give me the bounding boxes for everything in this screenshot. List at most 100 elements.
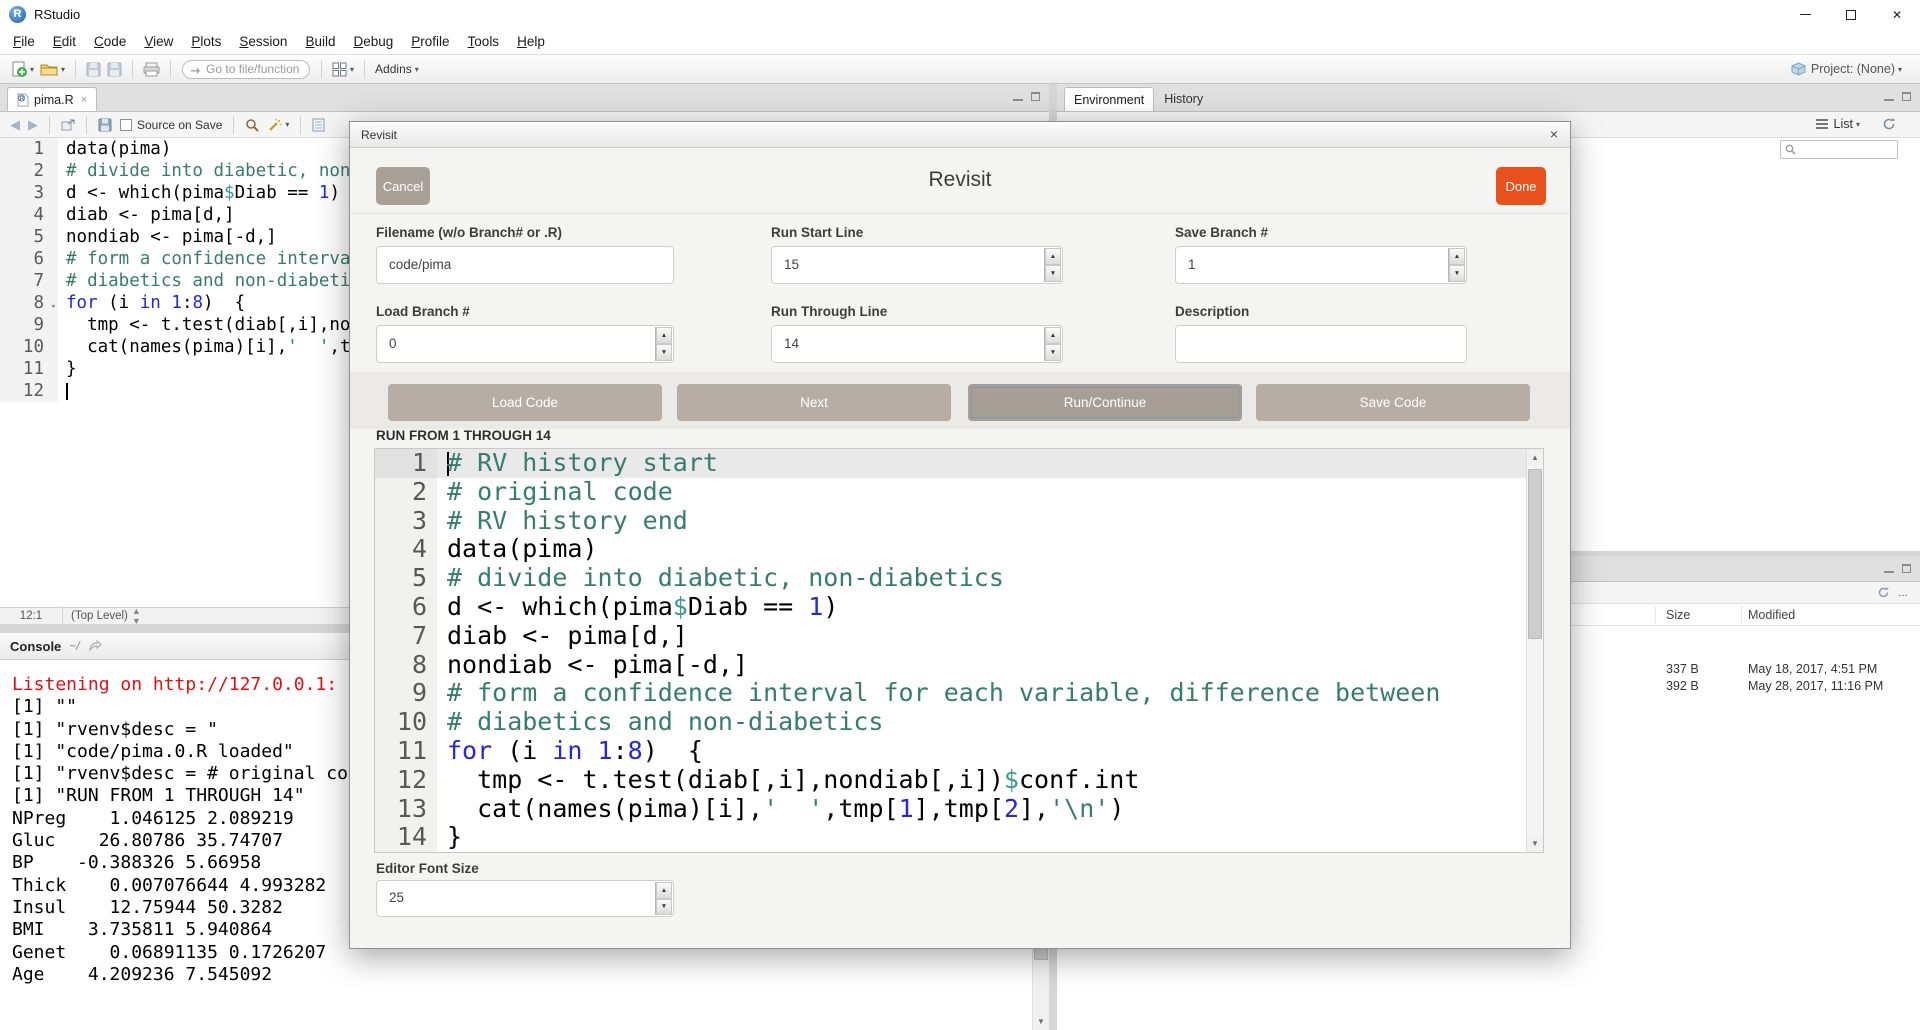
new-file-button[interactable]: ▾ [8,59,37,80]
pane-maximize-icon[interactable] [1902,92,1911,101]
save-button[interactable] [83,60,104,79]
save-code-button[interactable]: Save Code [1256,384,1530,421]
menu-session[interactable]: Session [230,30,296,53]
find-replace-button[interactable] [245,118,259,132]
spinner-up-icon[interactable]: ▲ [1449,248,1465,265]
line-number[interactable]: 1 [375,449,437,478]
source-on-save-checkbox[interactable]: Source on Save [120,118,222,132]
pane-minimize-icon[interactable] [1884,564,1894,573]
menu-plots[interactable]: Plots [182,30,230,53]
code-line-4[interactable]: 4data(pima) [375,535,1543,564]
list-view-selector[interactable]: List ▾ [1816,117,1860,131]
code-line-2[interactable]: 2# original code [375,478,1543,507]
code-line-14[interactable]: 14} [375,823,1543,852]
console-output[interactable]: Listening on http://127.0.0.1:[1] ""[1] … [12,674,370,986]
line-number[interactable]: 4 [0,204,58,226]
field-input[interactable]: 15▲▼ [771,246,1063,284]
line-number[interactable]: 6 [375,593,437,622]
line-number[interactable]: 12 [0,380,58,402]
code-line-6[interactable]: 6d <- which(pima$Diab == 1) [375,593,1543,622]
line-number[interactable]: 5 [0,226,58,248]
spinner-down-icon[interactable]: ▼ [656,899,672,916]
code-line-9[interactable]: 9# form a confidence interval for each v… [375,679,1543,708]
close-button[interactable]: ✕ [1874,0,1920,29]
code-line-3[interactable]: 3# RV history end [375,507,1543,536]
code-tools-button[interactable]: ▾ [267,118,289,132]
refresh-button[interactable] [1882,117,1896,131]
field-input[interactable]: 0▲▼ [376,325,674,363]
pane-minimize-icon[interactable] [1884,92,1894,101]
scope-selector[interactable]: (Top Level) ▲▼ [62,606,149,626]
line-number[interactable]: 4 [375,535,437,564]
files-refresh-button[interactable] [1877,586,1890,599]
tab-pima-r[interactable]: R pima.R × [7,87,97,111]
code-line-10[interactable]: 10# diabetics and non-diabetics [375,708,1543,737]
menu-help[interactable]: Help [508,30,554,53]
line-number[interactable]: 3 [0,182,58,204]
minimize-button[interactable] [1782,0,1828,29]
line-number[interactable]: 11 [0,358,58,380]
scroll-thumb[interactable] [1528,469,1542,639]
line-number[interactable]: 2 [0,160,58,182]
spinner-down-icon[interactable]: ▼ [656,344,672,361]
line-number[interactable]: 14 [375,823,437,852]
line-number[interactable]: 6 [0,248,58,270]
line-number[interactable]: 8 [375,651,437,680]
line-number[interactable]: 7 [375,622,437,651]
menu-view[interactable]: View [135,30,182,53]
number-spinner[interactable]: ▲▼ [655,327,672,361]
console-popout-icon[interactable] [88,640,102,652]
pane-minimize-icon[interactable] [1013,92,1023,101]
back-button[interactable]: ◀ [10,117,20,133]
line-number[interactable]: 9 [375,679,437,708]
save-all-button[interactable] [104,60,125,79]
line-number[interactable]: 13 [375,795,437,824]
field-input[interactable]: 14▲▼ [771,325,1063,363]
spinner-up-icon[interactable]: ▲ [1045,327,1061,344]
scroll-down-icon[interactable]: ▼ [1527,835,1543,852]
spinner-up-icon[interactable]: ▲ [1045,248,1061,265]
field-input[interactable]: 1▲▼ [1175,246,1467,284]
editor-font-size-input[interactable]: 25 ▲▼ [376,880,674,917]
code-line-7[interactable]: 7diab <- pima[d,] [375,622,1543,651]
forward-button[interactable]: ▶ [28,117,38,133]
code-line-13[interactable]: 13 cat(names(pima)[i],' ',tmp[1],tmp[2],… [375,795,1543,824]
compile-report-button[interactable] [312,118,325,132]
field-input[interactable] [1175,325,1467,363]
menu-file[interactable]: File [4,30,44,53]
code-line-1[interactable]: 1# RV history start [375,449,1543,478]
code-line-5[interactable]: 5# divide into diabetic, non-diabetics [375,564,1543,593]
addins-button[interactable]: Addins ▾ [372,60,422,78]
popout-button[interactable] [61,119,75,131]
line-number[interactable]: 7 [0,270,58,292]
done-button[interactable]: Done [1496,167,1546,205]
goto-file-function-input[interactable]: Go to file/function [182,60,310,79]
dialog-close-icon[interactable]: × [1550,126,1558,142]
number-spinner[interactable]: ▲▼ [1044,327,1061,361]
save-doc-button[interactable] [98,118,112,132]
menu-profile[interactable]: Profile [402,30,458,53]
workspace-panes-button[interactable]: ▾ [329,60,357,79]
line-number[interactable]: 5 [375,564,437,593]
spinner-down-icon[interactable]: ▼ [1045,265,1061,282]
column-header-size[interactable]: Size [1666,608,1690,622]
open-file-button[interactable]: ▾ [37,60,68,78]
files-more-indicator[interactable]: ... [1898,585,1908,599]
next-button[interactable]: Next [677,384,951,421]
code-line-12[interactable]: 12 tmp <- t.test(diab[,i],nondiab[,i])$c… [375,766,1543,795]
column-header-modified[interactable]: Modified [1748,608,1795,622]
line-number[interactable]: 9 [0,314,58,336]
spinner-up-icon[interactable]: ▲ [656,882,672,899]
tab-history[interactable]: History [1154,87,1213,111]
environment-search-input[interactable] [1780,140,1898,159]
scroll-up-icon[interactable]: ▲ [1527,449,1543,466]
print-button[interactable] [140,60,163,79]
font-size-spinner[interactable]: ▲▼ [655,882,672,915]
menu-tools[interactable]: Tools [459,30,509,53]
pane-maximize-icon[interactable] [1902,564,1911,573]
line-number[interactable]: 10 [0,336,58,358]
tab-close-icon[interactable]: × [81,94,87,106]
tab-environment[interactable]: Environment [1064,87,1154,111]
code-line-11[interactable]: 11for (i in 1:8) { [375,737,1543,766]
menu-code[interactable]: Code [85,30,135,53]
